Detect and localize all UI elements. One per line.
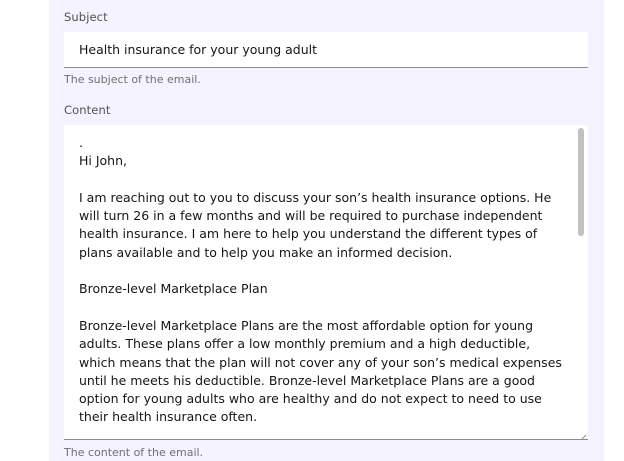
content-scrollbar[interactable]: [576, 126, 587, 437]
subject-label: Subject: [64, 10, 108, 24]
content-helper-text: The content of the email.: [64, 446, 204, 459]
content-text: . Hi John, I am reaching out to you to d…: [79, 135, 562, 425]
content-label: Content: [64, 103, 111, 117]
subject-input[interactable]: [64, 32, 588, 68]
resize-handle-icon[interactable]: [577, 428, 587, 439]
scrollbar-thumb[interactable]: [578, 128, 584, 236]
email-form-panel: Subject The subject of the email. Conten…: [49, 0, 604, 461]
subject-helper-text: The subject of the email.: [64, 73, 201, 86]
content-textarea[interactable]: . Hi John, I am reaching out to you to d…: [64, 125, 588, 440]
